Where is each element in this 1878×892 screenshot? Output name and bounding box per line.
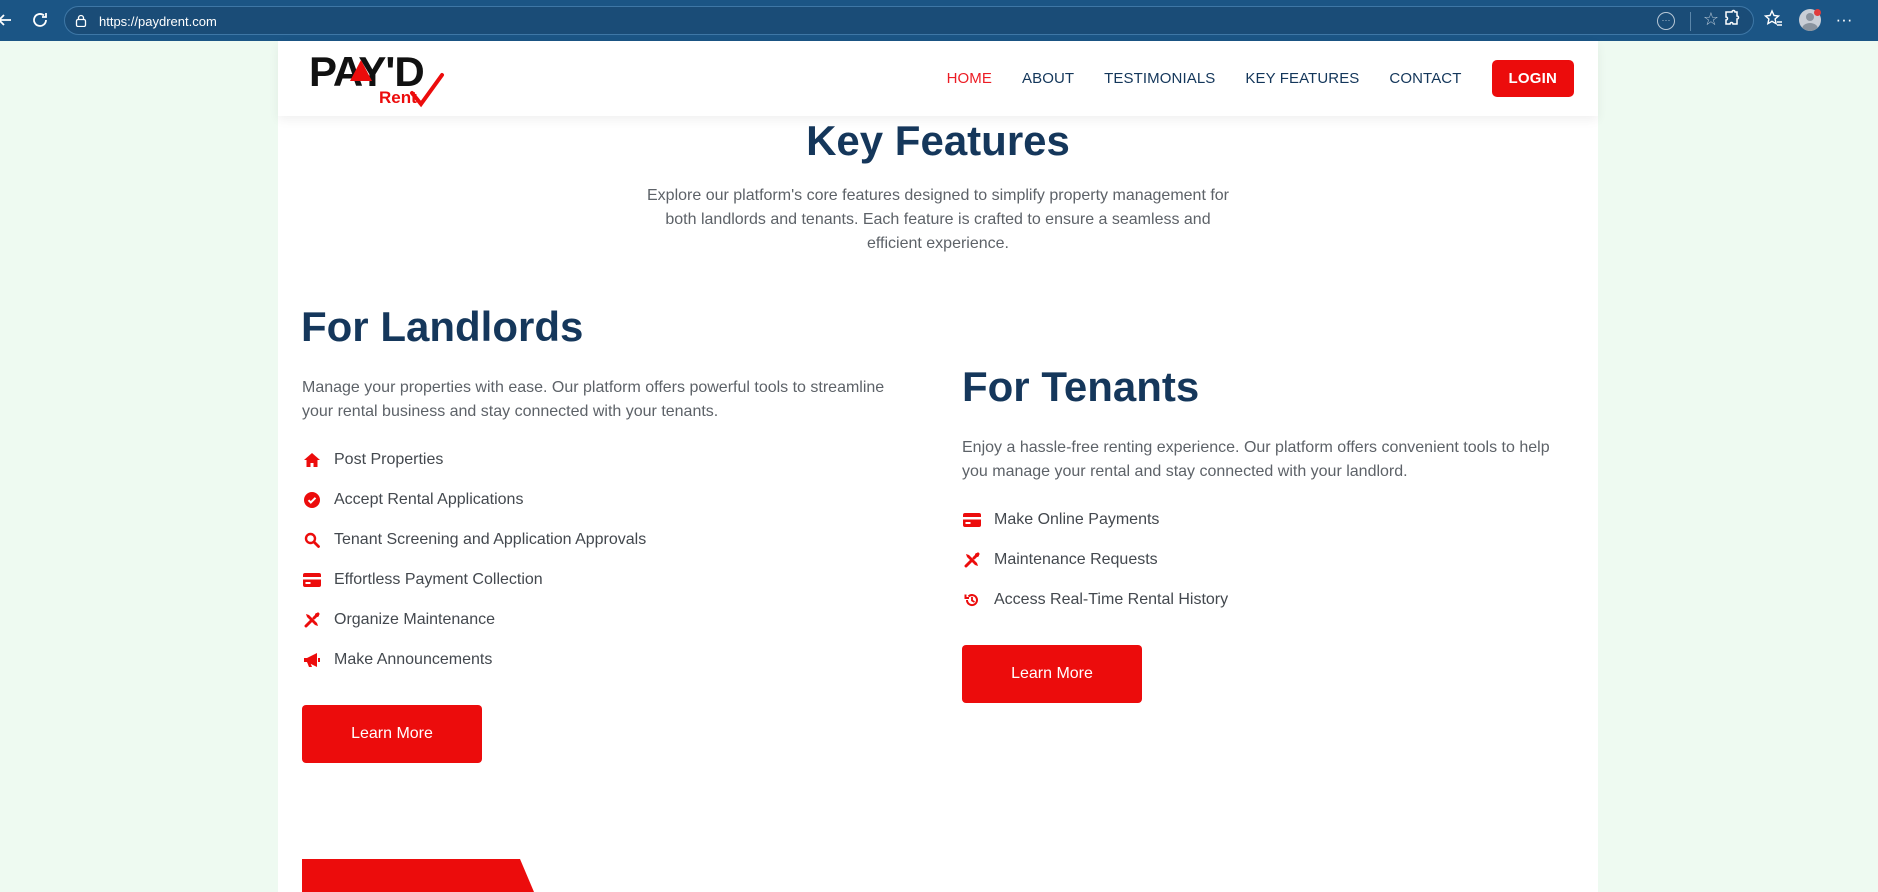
tenants-description: Enjoy a hassle-free renting experience. …: [962, 439, 1550, 480]
feature-label: Organize Maintenance: [334, 611, 495, 628]
back-arrow-icon[interactable]: [0, 9, 16, 31]
nav-contact[interactable]: CONTACT: [1389, 70, 1461, 87]
nav-testimonials[interactable]: TESTIMONIALS: [1104, 70, 1215, 87]
nav-home[interactable]: HOME: [947, 70, 992, 87]
history-icon: [962, 591, 982, 609]
home-icon: [302, 451, 322, 469]
search-icon: [302, 531, 322, 549]
lock-icon: [75, 14, 87, 28]
site-header: PAY'D Rent HOME ABOUT TESTIMONIALS KEY F…: [278, 41, 1598, 116]
list-item: Make Announcements: [302, 640, 646, 680]
nav-about[interactable]: ABOUT: [1022, 70, 1074, 87]
section-intro: Explore our platform's core features des…: [647, 187, 1229, 252]
feature-label: Tenant Screening and Application Approva…: [334, 531, 647, 548]
decorative-red-banner: [302, 859, 534, 892]
credit-card-icon: [302, 571, 322, 589]
main-nav: HOME ABOUT TESTIMONIALS KEY FEATURES CON…: [917, 60, 1574, 97]
check-circle-icon: [302, 491, 322, 509]
feature-label: Accept Rental Applications: [334, 491, 524, 508]
reader-mode-icon[interactable]: ···: [1657, 12, 1675, 30]
list-item: Accept Rental Applications: [302, 480, 646, 520]
list-item: Post Properties: [302, 440, 646, 480]
extensions-icon[interactable]: [1721, 9, 1743, 31]
browser-toolbar: https://paydrent.com ··· ☆ ···: [0, 0, 1878, 41]
list-item: Access Real-Time Rental History: [962, 580, 1228, 620]
section-title: Key Features: [806, 117, 1070, 164]
list-item: Effortless Payment Collection: [302, 560, 646, 600]
list-item: Tenant Screening and Application Approva…: [302, 520, 646, 560]
notification-dot-icon: [1814, 9, 1821, 16]
feature-label: Effortless Payment Collection: [334, 571, 543, 588]
refresh-icon[interactable]: [29, 9, 51, 31]
tenants-title: For Tenants: [962, 363, 1200, 410]
megaphone-icon: [302, 651, 322, 669]
more-menu-icon[interactable]: ···: [1833, 9, 1855, 31]
tools-icon: [962, 551, 982, 569]
favorite-star-icon[interactable]: ☆: [1703, 9, 1719, 30]
feature-label: Make Announcements: [334, 651, 493, 668]
favorites-icon[interactable]: [1762, 9, 1784, 31]
logo-subtext: Rent: [379, 88, 417, 107]
paydrent-logo[interactable]: PAY'D Rent: [309, 48, 469, 110]
landlords-description: Manage your properties with ease. Our pl…: [302, 379, 885, 420]
tenants-feature-list: Make Online Payments Maintenance Request…: [962, 500, 1228, 620]
landlords-learn-more-button[interactable]: Learn More: [302, 705, 482, 763]
landlords-feature-list: Post Properties Accept Rental Applicatio…: [302, 440, 646, 680]
page-content: PAY'D Rent HOME ABOUT TESTIMONIALS KEY F…: [278, 41, 1598, 892]
divider: [1690, 12, 1691, 31]
credit-card-icon: [962, 511, 982, 529]
tools-icon: [302, 611, 322, 629]
url-text: https://paydrent.com: [99, 14, 217, 29]
list-item: Organize Maintenance: [302, 600, 646, 640]
address-bar[interactable]: https://paydrent.com ··· ☆: [64, 6, 1754, 35]
feature-label: Access Real-Time Rental History: [994, 591, 1229, 608]
nav-key-features[interactable]: KEY FEATURES: [1245, 70, 1359, 87]
list-item: Maintenance Requests: [962, 540, 1228, 580]
feature-label: Make Online Payments: [994, 511, 1160, 528]
tenants-learn-more-button[interactable]: Learn More: [962, 645, 1142, 703]
login-button[interactable]: LOGIN: [1491, 60, 1574, 97]
feature-label: Maintenance Requests: [994, 551, 1158, 568]
landlords-title: For Landlords: [301, 303, 584, 350]
feature-label: Post Properties: [334, 451, 444, 468]
list-item: Make Online Payments: [962, 500, 1228, 540]
